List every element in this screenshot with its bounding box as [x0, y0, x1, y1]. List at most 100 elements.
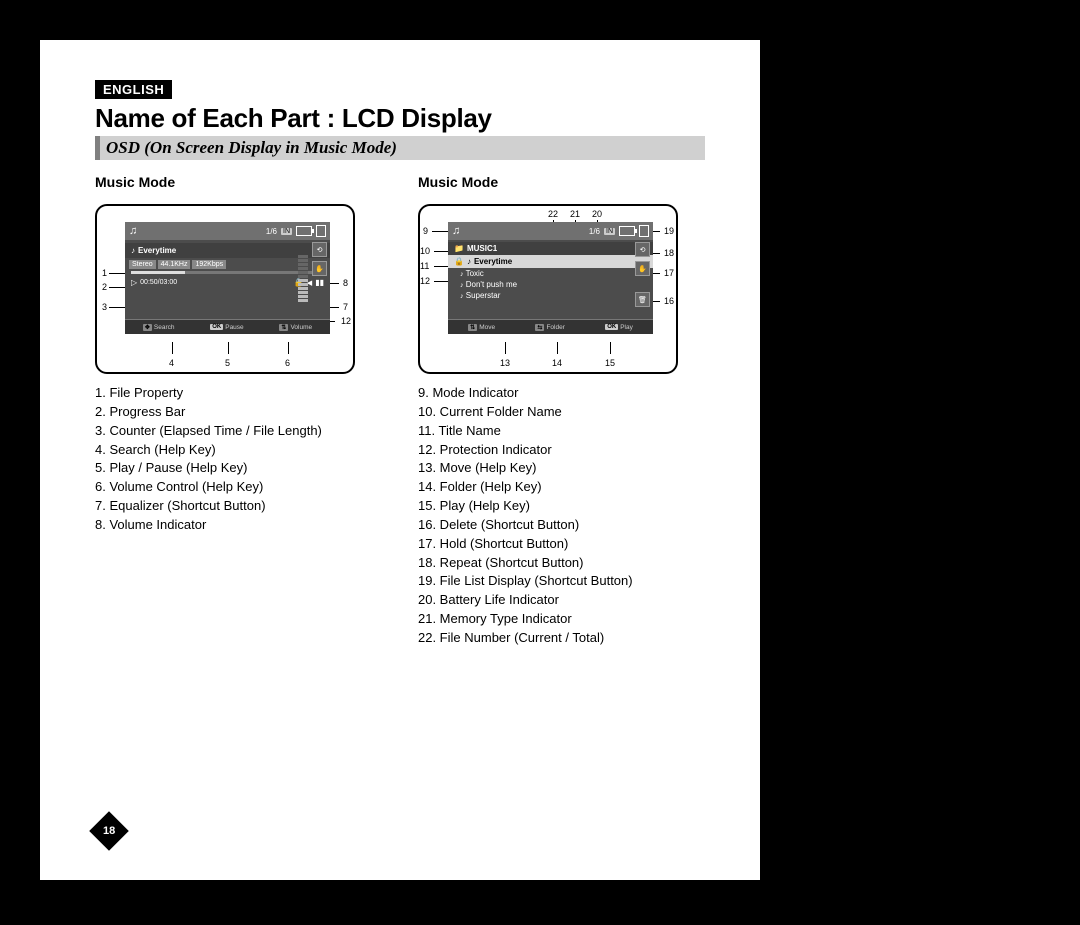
- lcd-topbar-r: ♫ 1/6 IN: [448, 222, 653, 240]
- help-search: Search: [154, 324, 175, 331]
- legend-item: 4. Search (Help Key): [95, 441, 382, 460]
- memory-type: IN: [281, 228, 292, 235]
- legend-item: 7. Equalizer (Shortcut Button): [95, 497, 382, 516]
- callout-11: 11: [420, 261, 429, 271]
- hold-icon: ✋: [312, 261, 327, 276]
- legend-item: 22. File Number (Current / Total): [418, 629, 705, 648]
- callout-4: 4: [169, 358, 174, 368]
- legend-item: 14. Folder (Help Key): [418, 478, 705, 497]
- callout-3: 3: [102, 302, 107, 312]
- folder-row: 📁 MUSIC1: [448, 242, 653, 255]
- music-icon: ♫: [452, 225, 460, 237]
- updown-icon: ⇅: [468, 324, 477, 331]
- list-item: ♪ Superstar: [448, 290, 653, 301]
- callout-10: 10: [420, 246, 430, 256]
- legend-item: 2. Progress Bar: [95, 403, 382, 422]
- callout-17: 17: [664, 268, 674, 278]
- selected-title: Everytime: [474, 257, 512, 266]
- left-legend-list: 1. File Property 2. Progress Bar 3. Coun…: [95, 384, 382, 535]
- volume-indicator: [298, 244, 308, 302]
- delete-icon: 🗑: [635, 292, 650, 307]
- list-item: ♪ Don't push me: [448, 279, 653, 290]
- callout-16: 16: [664, 296, 674, 306]
- language-badge: ENGLISH: [95, 80, 172, 99]
- help-volume: Volume: [290, 324, 312, 331]
- play-icon: ▷: [131, 278, 137, 287]
- two-column-layout: Music Mode 1 2 3 8 7 12 4 5 6: [95, 174, 705, 648]
- lcd-screen-left: ♫ 1/6 IN ♪ Everytime Stereo 44.1KHz: [125, 222, 330, 334]
- file-number: 1/6: [266, 227, 277, 236]
- callout-1: 1: [102, 268, 107, 278]
- dpad-icon: ✥: [143, 324, 152, 331]
- section-subtitle: OSD (On Screen Display in Music Mode): [95, 136, 705, 160]
- repeat-icon: ⟲: [635, 242, 650, 257]
- callout-15: 15: [605, 358, 615, 368]
- memory-type-r: IN: [604, 228, 615, 235]
- lcd-frame-left: 1 2 3 8 7 12 4 5 6: [95, 204, 355, 374]
- callout-20: 20: [592, 209, 602, 219]
- selected-row: 🔒 ♪ Everytime: [448, 255, 653, 268]
- legend-item: 17. Hold (Shortcut Button): [418, 535, 705, 554]
- lcd-screen-right: ♫ 1/6 IN 📁 MUSIC1 🔒 ♪ Everytime: [448, 222, 653, 334]
- help-folder: Folder: [546, 324, 564, 331]
- prop-bitrate: 192Kbps: [192, 260, 226, 269]
- legend-item: 13. Move (Help Key): [418, 459, 705, 478]
- filelist-icon: [639, 225, 649, 237]
- callout-9: 9: [423, 226, 428, 236]
- callout-19: 19: [664, 226, 674, 236]
- ok-key: OK: [605, 324, 618, 330]
- note-small-icon: ♪: [467, 257, 471, 266]
- prop-samplerate: 44.1KHz: [158, 260, 191, 269]
- ok-key: OK: [210, 324, 223, 330]
- shortcut-column: ⟲ ✋: [312, 242, 327, 276]
- callout-7: 7: [343, 302, 348, 312]
- page-title: Name of Each Part : LCD Display: [95, 103, 705, 134]
- help-pause: Pause: [225, 324, 243, 331]
- help-bar-r: ⇅Move ⇆Folder OKPlay: [448, 319, 653, 334]
- legend-item: 15. Play (Help Key): [418, 497, 705, 516]
- left-column: Music Mode 1 2 3 8 7 12 4 5 6: [95, 174, 382, 648]
- callout-13: 13: [500, 358, 510, 368]
- equalizer-icon: ▮▮: [315, 278, 324, 287]
- note-small-icon: ♪: [131, 246, 135, 255]
- help-play: Play: [620, 324, 633, 331]
- legend-item: 9. Mode Indicator: [418, 384, 705, 403]
- manual-page: ENGLISH Name of Each Part : LCD Display …: [40, 40, 760, 880]
- left-column-header: Music Mode: [95, 174, 382, 190]
- right-column-header: Music Mode: [418, 174, 705, 190]
- help-move: Move: [479, 324, 495, 331]
- callout-2: 2: [102, 282, 107, 292]
- help-bar: ✥Search OKPause ⇅Volume: [125, 319, 330, 334]
- legend-item: 10. Current Folder Name: [418, 403, 705, 422]
- lcd-topbar: ♫ 1/6 IN: [125, 222, 330, 240]
- leftright-icon: ⇆: [535, 324, 544, 331]
- legend-item: 12. Protection Indicator: [418, 441, 705, 460]
- legend-item: 21. Memory Type Indicator: [418, 610, 705, 629]
- legend-item: 16. Delete (Shortcut Button): [418, 516, 705, 535]
- shortcut-column-r: ⟲ ✋ 🗑: [635, 242, 650, 307]
- right-legend-list: 9. Mode Indicator 10. Current Folder Nam…: [418, 384, 705, 648]
- legend-item: 8. Volume Indicator: [95, 516, 382, 535]
- counter-text: 00:50/03:00: [140, 279, 177, 286]
- file-number-r: 1/6: [589, 227, 600, 236]
- callout-12b: 12: [420, 276, 430, 286]
- lcd-frame-right: 22 21 20 9 10 11 12 19 18 17 16: [418, 204, 678, 374]
- battery-icon: [296, 226, 312, 236]
- callout-12: 12: [341, 316, 351, 326]
- progress-bar: [131, 271, 324, 274]
- music-icon: ♫: [129, 225, 137, 237]
- right-column: Music Mode 22 21 20 9 10 11 12 19: [418, 174, 705, 648]
- lock-small-icon: 🔒: [454, 257, 464, 266]
- page-number-badge: 18: [89, 811, 129, 851]
- list-item: ♪ Toxic: [448, 268, 653, 279]
- legend-item: 20. Battery Life Indicator: [418, 591, 705, 610]
- legend-item: 3. Counter (Elapsed Time / File Length): [95, 422, 382, 441]
- callout-18: 18: [664, 248, 674, 258]
- legend-item: 5. Play / Pause (Help Key): [95, 459, 382, 478]
- legend-item: 19. File List Display (Shortcut Button): [418, 572, 705, 591]
- folder-name: MUSIC1: [467, 244, 497, 253]
- filelist-icon: [316, 225, 326, 237]
- battery-icon: [619, 226, 635, 236]
- legend-item: 1. File Property: [95, 384, 382, 403]
- page-number: 18: [103, 825, 115, 837]
